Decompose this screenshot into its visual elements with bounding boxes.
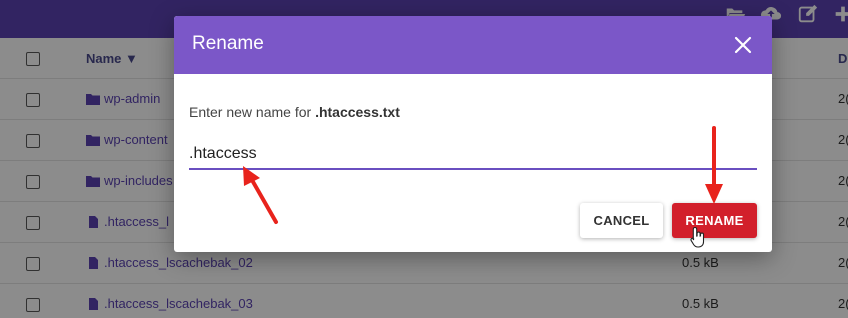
file-manager: Name ▼ D wp-admin 2( wp-content 2( wp-in… <box>0 0 848 318</box>
cancel-button[interactable]: CANCEL <box>580 203 663 238</box>
new-name-input[interactable] <box>189 140 757 170</box>
rename-prompt: Enter new name for .htaccess.txt <box>189 104 400 120</box>
dialog-header: Rename <box>174 16 772 74</box>
close-icon[interactable] <box>734 36 752 54</box>
original-file-name: .htaccess.txt <box>315 104 400 120</box>
dialog-title: Rename <box>192 33 264 54</box>
prompt-text: Enter new name for <box>189 104 316 120</box>
rename-dialog: Rename Enter new name for .htaccess.txt … <box>174 16 772 252</box>
rename-button[interactable]: RENAME <box>672 203 757 238</box>
hand-cursor-icon <box>690 226 706 248</box>
